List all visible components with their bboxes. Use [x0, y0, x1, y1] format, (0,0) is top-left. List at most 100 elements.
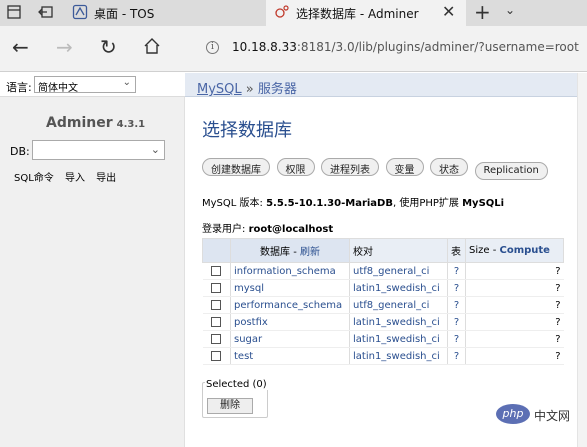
home-icon[interactable]: [143, 37, 161, 55]
version-mid: , 使用PHP扩展: [392, 198, 459, 209]
browser-navigation-bar: ← → ↻ i 10.18.8.33:8181/3.0/lib/plugins/…: [0, 26, 587, 72]
size-value: ?: [465, 279, 564, 297]
back-arrow-icon[interactable]: ←: [12, 37, 29, 57]
site-info-icon[interactable]: i: [206, 41, 219, 54]
row-checkbox[interactable]: [211, 333, 222, 344]
refresh-link[interactable]: 刷新: [300, 247, 320, 258]
page-scrollbar[interactable]: [577, 73, 587, 447]
database-column-header: 数据库 - 刷新: [230, 238, 350, 263]
tables-column-header: 表: [447, 238, 466, 263]
variables-button[interactable]: 变量: [385, 158, 424, 176]
adminer-brand[interactable]: Adminer 4.3.1: [46, 115, 145, 131]
db-select[interactable]: ⌄: [32, 140, 165, 160]
tab-list-chevron-icon[interactable]: ⌄: [505, 3, 515, 17]
user-prefix: 登录用户:: [202, 224, 246, 235]
language-row: 语言: 简体中文 ⌄: [0, 73, 185, 97]
table-header-row: 数据库 - 刷新 校对 表 Size - Compute: [202, 238, 564, 263]
tab-manager-icon[interactable]: [6, 4, 22, 20]
sidebar-links: SQL命令 导入 导出: [14, 169, 124, 184]
collation-column-header: 校对: [349, 238, 448, 263]
header-separator: -: [290, 247, 300, 258]
sql-command-link[interactable]: SQL命令: [14, 173, 54, 184]
db-label: DB:: [10, 145, 30, 158]
collation-link[interactable]: utf8_general_ci: [353, 300, 429, 311]
version-prefix: MySQL 版本:: [202, 198, 263, 209]
database-link[interactable]: information_schema: [234, 266, 336, 277]
chevron-down-icon: ⌄: [122, 77, 131, 88]
export-link[interactable]: 导出: [96, 173, 116, 184]
breadcrumb-header: MySQL » 服务器: [185, 73, 577, 97]
select-all-header: [202, 238, 231, 263]
database-link[interactable]: postfix: [234, 317, 268, 328]
adminer-favicon-icon: [275, 5, 289, 18]
size-column-label: Size: [469, 245, 490, 256]
size-value: ?: [465, 330, 564, 348]
database-link[interactable]: mysql: [234, 283, 264, 294]
status-button[interactable]: 状态: [430, 158, 468, 176]
watermark: php 中文网: [496, 404, 576, 428]
chevron-down-icon: ⌄: [150, 143, 160, 156]
breadcrumb: MySQL » 服务器: [197, 78, 297, 97]
database-link[interactable]: performance_schema: [234, 300, 342, 311]
databases-table: 数据库 - 刷新 校对 表 Size - Compute information…: [202, 238, 564, 365]
table-row: information_schema utf8_general_ci ? ?: [202, 262, 564, 280]
set-tabs-aside-icon[interactable]: [38, 4, 54, 20]
tables-count-link[interactable]: ?: [454, 300, 459, 311]
breadcrumb-separator: »: [245, 82, 254, 97]
collation-link[interactable]: latin1_swedish_ci: [353, 283, 440, 294]
header-separator: -: [489, 245, 500, 256]
watermark-text: 中文网: [534, 409, 571, 423]
process-list-button[interactable]: 进程列表: [321, 158, 379, 176]
collation-link[interactable]: latin1_swedish_ci: [353, 317, 440, 328]
selected-count-label: Selected (0): [205, 379, 268, 390]
database-link[interactable]: test: [234, 351, 253, 362]
url-host: 10.18.8.33: [232, 40, 297, 54]
new-tab-plus-icon[interactable]: +: [474, 0, 491, 24]
forward-arrow-icon[interactable]: →: [56, 37, 73, 57]
size-value: ?: [465, 296, 564, 314]
action-pills: 创建数据库 权限 进程列表 变量 状态 Replication: [202, 158, 551, 180]
tables-count-link[interactable]: ?: [454, 334, 459, 345]
collation-link[interactable]: latin1_swedish_ci: [353, 334, 440, 345]
refresh-icon[interactable]: ↻: [100, 37, 117, 57]
collation-link[interactable]: latin1_swedish_ci: [353, 351, 440, 362]
mysql-version-line: MySQL 版本: 5.5.5-10.1.30-MariaDB, 使用PHP扩展…: [202, 194, 504, 209]
language-select[interactable]: 简体中文 ⌄: [34, 76, 136, 94]
table-row: sugar latin1_swedish_ci ? ?: [202, 330, 564, 348]
database-column-label: 数据库: [260, 247, 291, 258]
row-checkbox[interactable]: [211, 350, 222, 361]
tab-close-icon[interactable]: ✕: [442, 2, 455, 21]
php-logo: php: [496, 404, 530, 424]
size-value: ?: [465, 313, 564, 331]
create-database-button[interactable]: 创建数据库: [202, 158, 270, 176]
tos-favicon-icon: [72, 4, 88, 20]
breadcrumb-mysql-link[interactable]: MySQL: [197, 82, 242, 97]
tables-count-link[interactable]: ?: [454, 317, 459, 328]
address-bar[interactable]: 10.18.8.33:8181/3.0/lib/plugins/adminer/…: [232, 40, 579, 54]
tables-count-link[interactable]: ?: [454, 283, 459, 294]
tables-count-link[interactable]: ?: [454, 266, 459, 277]
row-checkbox[interactable]: [211, 265, 222, 276]
tab-tos-desktop[interactable]: 桌面 - TOS: [66, 0, 266, 26]
size-value: ?: [465, 262, 564, 280]
tab-adminer[interactable]: 选择数据库 - Adminer ✕: [266, 0, 466, 26]
delete-button[interactable]: 删除: [207, 398, 253, 414]
brand-version: 4.3.1: [116, 119, 146, 130]
sidebar: 语言: 简体中文 ⌄ Adminer 4.3.1 DB: ⌄ SQL命令 导入 导…: [0, 73, 185, 447]
table-row: postfix latin1_swedish_ci ? ?: [202, 313, 564, 331]
tables-count-link[interactable]: ?: [454, 351, 459, 362]
row-checkbox[interactable]: [211, 282, 222, 293]
compute-link[interactable]: Compute: [500, 245, 550, 256]
browser-tab-strip: 桌面 - TOS 选择数据库 - Adminer ✕ + ⌄: [0, 0, 587, 26]
user-value: root@localhost: [248, 224, 334, 235]
size-value: ?: [465, 347, 564, 365]
privileges-button[interactable]: 权限: [276, 158, 315, 176]
replication-button[interactable]: Replication: [474, 162, 548, 180]
row-checkbox[interactable]: [211, 316, 222, 327]
table-row: test latin1_swedish_ci ? ?: [202, 347, 564, 365]
collation-link[interactable]: utf8_general_ci: [353, 266, 429, 277]
import-link[interactable]: 导入: [65, 173, 85, 184]
page-title: 选择数据库: [202, 120, 292, 141]
database-link[interactable]: sugar: [234, 334, 262, 345]
row-checkbox[interactable]: [211, 299, 222, 310]
